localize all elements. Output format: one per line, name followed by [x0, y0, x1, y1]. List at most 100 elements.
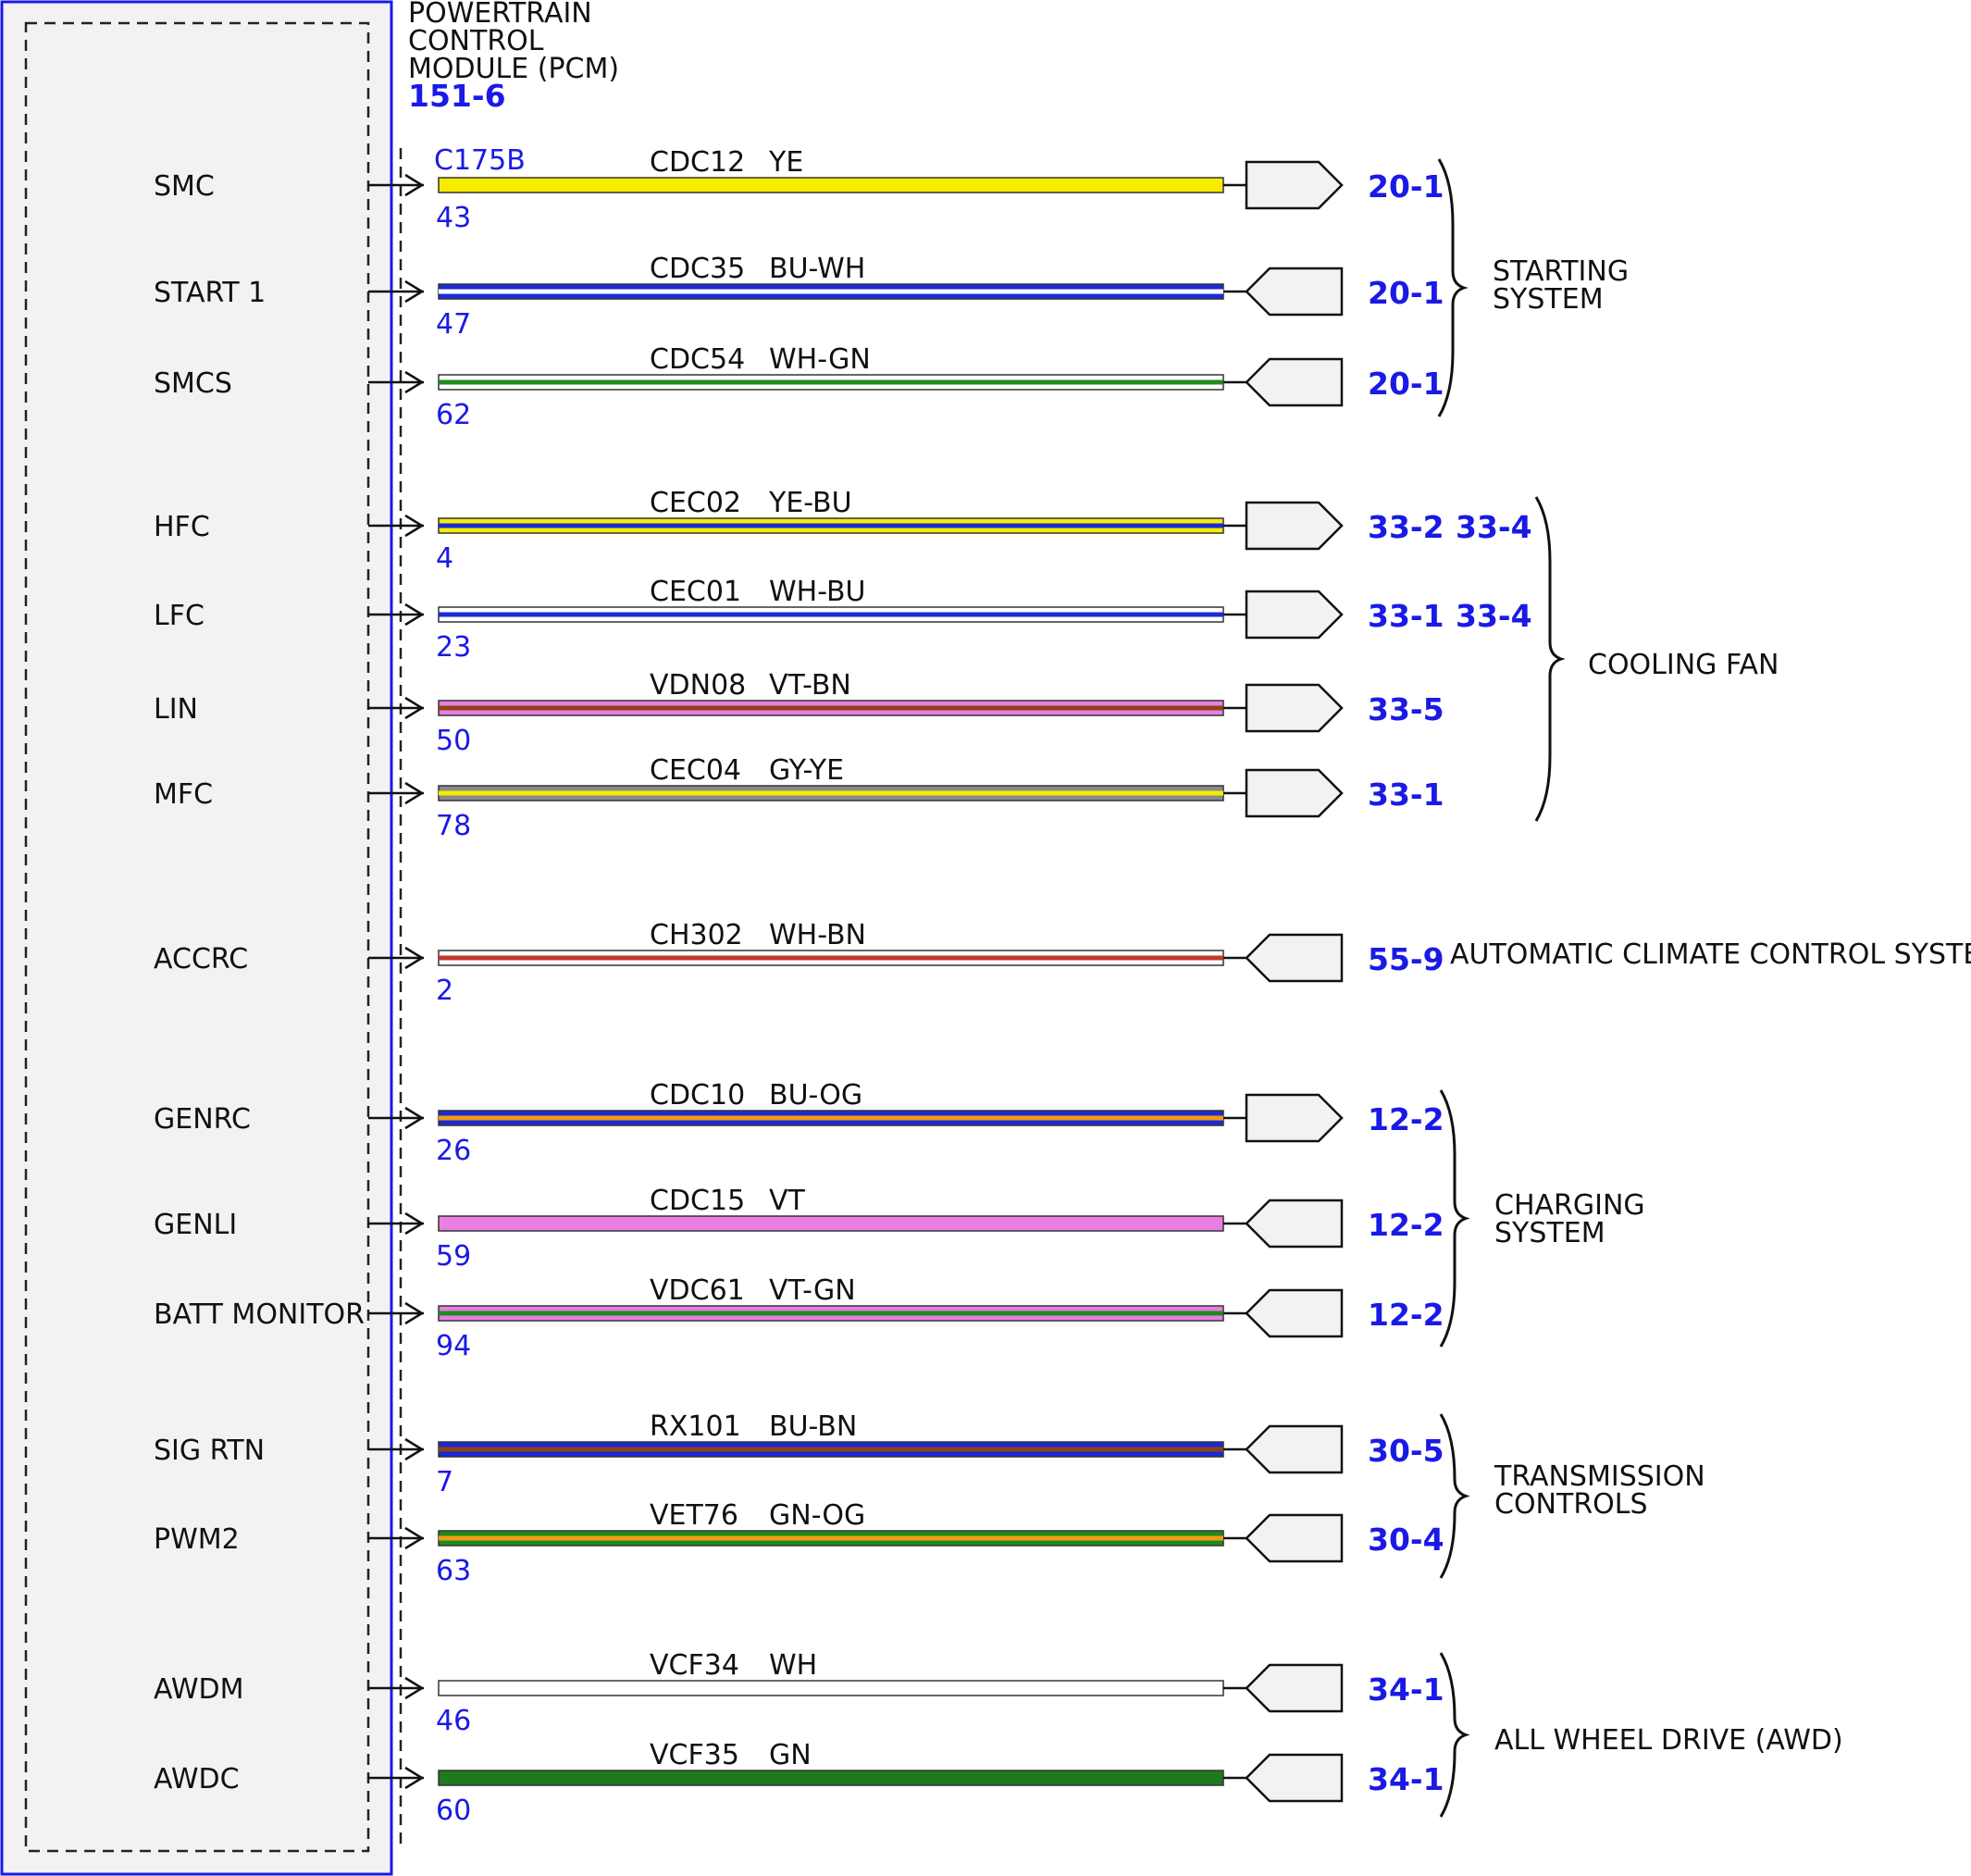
signal-label: LFC	[154, 600, 205, 632]
wire-color-code: GN-OG	[769, 1499, 865, 1532]
wire-color-code: BU-OG	[769, 1079, 862, 1112]
wire	[438, 1680, 1224, 1696]
page-ref[interactable]: 30-5	[1368, 1433, 1444, 1469]
signal-label: LIN	[154, 693, 198, 726]
wire-tracer-stripe	[439, 955, 1223, 961]
pin-number: 59	[436, 1240, 471, 1273]
signal-label: ACCRC	[154, 943, 248, 975]
signal-label: START 1	[154, 277, 266, 309]
pin-number: 47	[436, 308, 471, 341]
wiring-diagram: POWERTRAIN CONTROL MODULE (PCM) 151-6 C1…	[0, 0, 1971, 1876]
wire-tracer-stripe	[439, 1311, 1223, 1316]
wire-color-code: WH	[769, 1649, 817, 1682]
system-group: STARTINGSYSTEM	[1437, 158, 1629, 417]
page-ref[interactable]: 33-2	[1368, 509, 1444, 545]
system-group: TRANSMISSIONCONTROLS	[1439, 1413, 1705, 1579]
group-label: AUTOMATIC CLIMATE CONTROL SYSTEM	[1450, 938, 1971, 971]
pin-number: 7	[436, 1466, 453, 1498]
signal-label: PWM2	[154, 1523, 240, 1556]
group-label: SYSTEM	[1493, 283, 1604, 316]
page-ref[interactable]: 20-1	[1368, 366, 1444, 402]
pin-number: 23	[436, 631, 471, 664]
system-group: CHARGINGSYSTEM	[1439, 1089, 1645, 1348]
wire-color-code: VT-GN	[769, 1274, 856, 1307]
signal-label: BATT MONITOR	[154, 1298, 365, 1331]
circuit-id: CDC12	[650, 146, 745, 179]
signal-label: GENLI	[154, 1209, 237, 1241]
circuit-id: CH302	[650, 919, 743, 951]
page-ref-connector-icon	[1245, 1424, 1344, 1474]
system-groups: STARTINGSYSTEM COOLING FAN AUTOMATIC CLIMA…	[1437, 158, 1971, 1818]
page-ref[interactable]: 34-1	[1368, 1761, 1444, 1797]
page-ref-connector-icon	[1245, 1513, 1344, 1563]
page-ref-connector-icon	[1245, 357, 1344, 407]
group-brace-icon	[1439, 1652, 1470, 1818]
wire-color-code: WH-GN	[769, 343, 871, 376]
group-label: SYSTEM	[1494, 1217, 1605, 1249]
pin-number: 60	[436, 1795, 471, 1827]
signal-label: GENRC	[154, 1103, 251, 1136]
system-group: ALL WHEEL DRIVE (AWD)	[1439, 1652, 1843, 1818]
page-ref[interactable]: 33-5	[1368, 691, 1444, 727]
wire-tracer-stripe	[439, 1115, 1223, 1121]
wire-tracer-stripe	[439, 379, 1223, 385]
page-ref[interactable]: 33-4	[1456, 598, 1532, 634]
circuit-id: CEC04	[650, 754, 741, 787]
page-ref[interactable]: 33-1	[1368, 598, 1444, 634]
page-ref-connector-icon	[1245, 1663, 1344, 1713]
wire-color-code: YE-BU	[768, 487, 852, 519]
page-ref-connector-icon	[1245, 501, 1344, 551]
page-ref[interactable]: 12-2	[1368, 1101, 1444, 1137]
page-ref-connector-icon	[1245, 267, 1344, 317]
system-group: AUTOMATIC CLIMATE CONTROL SYSTEM	[1450, 938, 1971, 971]
page-ref[interactable]: 34-1	[1368, 1671, 1444, 1708]
pin-number: 4	[436, 542, 453, 575]
connector-id: C175B	[434, 144, 526, 177]
wire-tracer-stripe	[439, 1535, 1223, 1541]
wire-color-code: GY-YE	[769, 754, 844, 787]
page-ref[interactable]: 55-9	[1368, 941, 1444, 977]
circuit-id: VDC61	[650, 1274, 745, 1307]
signal-label: SMCS	[154, 367, 232, 400]
page-ref[interactable]: 12-2	[1368, 1297, 1444, 1333]
page-ref-connector-icon	[1245, 1093, 1344, 1143]
wire-color-code: BU-BN	[769, 1410, 857, 1443]
page-ref[interactable]: 30-4	[1368, 1522, 1444, 1558]
signal-label: MFC	[154, 778, 213, 811]
pin-number: 43	[436, 202, 471, 234]
page-ref[interactable]: 12-2	[1368, 1207, 1444, 1243]
page-ref[interactable]: 20-1	[1368, 275, 1444, 311]
group-label: ALL WHEEL DRIVE (AWD)	[1494, 1724, 1843, 1757]
wire-tracer-stripe	[439, 289, 1223, 294]
group-brace-icon	[1439, 1413, 1470, 1579]
group-label: CONTROLS	[1494, 1488, 1648, 1521]
pin-number: 94	[436, 1330, 471, 1362]
page-ref[interactable]: 33-1	[1368, 776, 1444, 813]
system-group: COOLING FAN	[1534, 496, 1779, 822]
signal-label: SMC	[154, 170, 215, 203]
wire-color-code: GN	[769, 1739, 812, 1771]
pin-number: 63	[436, 1555, 471, 1587]
wire-tracer-stripe	[439, 523, 1223, 528]
group-brace-icon	[1439, 1089, 1470, 1348]
wire-color-code: YE	[768, 146, 803, 179]
page-ref[interactable]: 20-1	[1368, 168, 1444, 205]
wire	[438, 1770, 1224, 1786]
circuit-id: CDC54	[650, 343, 745, 376]
pin-number: 78	[436, 810, 471, 842]
page-ref[interactable]: 33-4	[1456, 509, 1532, 545]
circuit-id: VET76	[650, 1499, 738, 1532]
wire-tracer-stripe	[439, 1447, 1223, 1452]
circuit-id: CDC35	[650, 253, 745, 285]
wire-color-code: BU-WH	[769, 253, 865, 285]
circuit-id: CEC02	[650, 487, 741, 519]
page-ref-connector-icon	[1245, 590, 1344, 640]
pin-number: 26	[436, 1135, 471, 1167]
circuit-id: CEC01	[650, 576, 741, 608]
wire-color-code: WH-BN	[769, 919, 866, 951]
signal-label: AWDM	[154, 1673, 244, 1706]
signal-label: AWDC	[154, 1763, 240, 1795]
wire-color-code: VT	[769, 1185, 806, 1217]
circuit-id: VCF35	[650, 1739, 739, 1771]
group-label: COOLING FAN	[1588, 649, 1779, 681]
